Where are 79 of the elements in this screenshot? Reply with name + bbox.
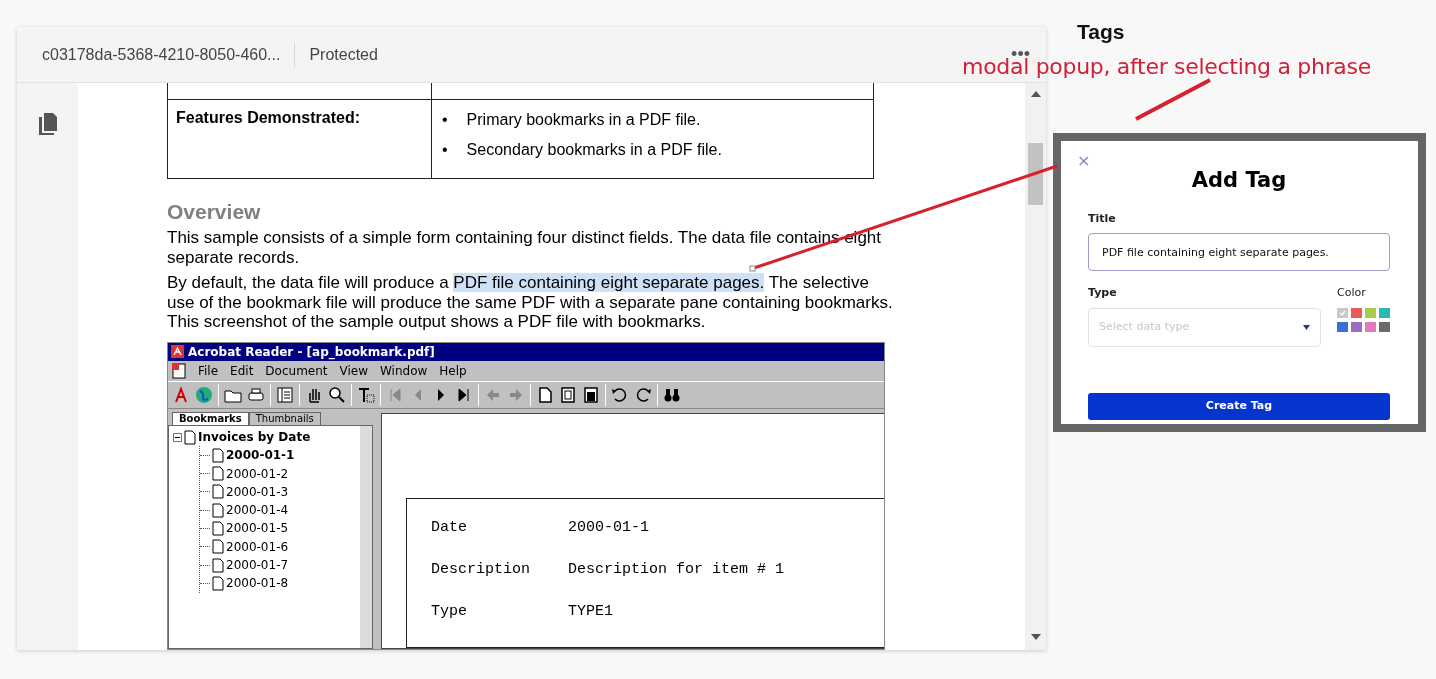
window-title-bar: Acrobat Reader - [ap_bookmark.pdf] [168, 342, 884, 361]
scrollbar-thumb[interactable] [1028, 143, 1043, 205]
tree-item[interactable]: 2000-01-1 [226, 446, 295, 465]
menu-item[interactable]: View [339, 363, 368, 379]
table-cell: Features Demonstrated: [176, 109, 361, 126]
list-item: Secondary bookmarks in a PDF file. [466, 140, 722, 160]
app-logo-icon [171, 345, 184, 359]
page-icon [212, 447, 224, 463]
annotation-text: modal popup, after selecting a phrase [962, 55, 1371, 80]
printer-icon[interactable] [247, 385, 265, 404]
zoom-icon[interactable] [328, 385, 346, 404]
page-icon [212, 484, 224, 500]
fit-width-icon[interactable] [582, 385, 600, 404]
tree-item[interactable]: 2000-01-7 [226, 556, 289, 575]
menu-item[interactable]: Help [439, 363, 467, 379]
panel-tab[interactable]: Thumbnails [248, 411, 321, 425]
color-swatch[interactable] [1379, 321, 1390, 332]
tree-item[interactable]: 2000-01-6 [226, 537, 289, 556]
bullet: • [442, 110, 448, 130]
panel-tab[interactable]: Bookmarks [172, 411, 249, 425]
file-name: c03178da-5368-4210-8050-460... [42, 44, 281, 65]
field-label: Color [1337, 285, 1367, 301]
color-swatch[interactable] [1365, 307, 1376, 318]
color-swatch[interactable] [1337, 307, 1348, 318]
field-value: Description for item # 1 [568, 560, 785, 580]
tree-item[interactable]: 2000-01-2 [226, 464, 289, 483]
caret-icon [1303, 324, 1310, 330]
fit-page-icon[interactable] [559, 385, 577, 404]
page-icon[interactable] [536, 385, 554, 404]
tree-item[interactable]: 2000-01-5 [226, 519, 289, 538]
field-value: TYPE1 [568, 602, 613, 622]
scroll-down-icon[interactable] [1031, 634, 1041, 640]
menu-item[interactable]: Document [265, 363, 328, 379]
menu-item[interactable]: Window [380, 363, 428, 379]
page-icon [212, 539, 224, 555]
dialog-title: Add Tag [1190, 167, 1288, 194]
color-swatch[interactable] [1351, 321, 1362, 332]
rotate-left-icon[interactable] [611, 385, 629, 404]
paragraph: By default, the data file will produce a PDF file containing eight separate pages. The selective use of the bookmark file will produce the same PDF with a separate pane containing bookmarks. This screenshot of the sample output shows a PDF file with bookmarks. [167, 273, 894, 332]
color-swatch[interactable] [1337, 321, 1348, 332]
bullet: • [442, 140, 448, 160]
collapse-icon[interactable] [173, 432, 182, 442]
page-icon [212, 575, 224, 591]
panel-icon[interactable] [276, 385, 294, 404]
tree-item[interactable]: 2000-01-4 [226, 501, 289, 520]
pdf-icon[interactable] [172, 385, 190, 404]
page-icon [212, 557, 224, 573]
field-label: Type [1088, 285, 1118, 301]
field-label: Date [431, 518, 468, 538]
field-value: 2000-01-1 [568, 518, 649, 538]
close-button[interactable]: × [1077, 153, 1091, 169]
scroll-up-icon[interactable] [1031, 91, 1041, 97]
tree-item[interactable]: Invoices by Date [198, 427, 311, 447]
section-heading: Overview [167, 199, 262, 225]
scrollbar[interactable] [360, 425, 372, 648]
field-label: Type [431, 602, 468, 622]
menu-item[interactable]: File [198, 363, 219, 379]
create-tag-button[interactable]: Create Tag [1088, 392, 1390, 420]
tree-item[interactable]: 2000-01-3 [226, 482, 289, 502]
field-label: Title [1088, 210, 1117, 227]
list-item: Primary bookmarks in a PDF file. [466, 110, 701, 130]
page-icon [212, 502, 224, 518]
color-swatch[interactable] [1379, 307, 1390, 318]
rotate-right-icon[interactable] [634, 385, 652, 404]
document-icon[interactable] [38, 113, 57, 135]
text-select-icon[interactable] [357, 385, 375, 404]
color-swatch[interactable] [1351, 307, 1362, 318]
page-icon [184, 429, 196, 445]
title-field[interactable]: PDF file containing eight separate pages. [1088, 233, 1390, 271]
menu-item[interactable]: Edit [230, 363, 254, 379]
status-label: Protected [309, 44, 378, 65]
tree-item[interactable]: 2000-01-8 [226, 574, 289, 593]
page-icon [212, 466, 224, 482]
field-label: Description [431, 560, 532, 580]
panel-title: Tags [1077, 19, 1125, 45]
document-icon[interactable] [172, 362, 186, 379]
color-swatch[interactable] [1365, 321, 1376, 332]
globe-icon[interactable] [195, 385, 213, 404]
page-icon [212, 521, 224, 537]
